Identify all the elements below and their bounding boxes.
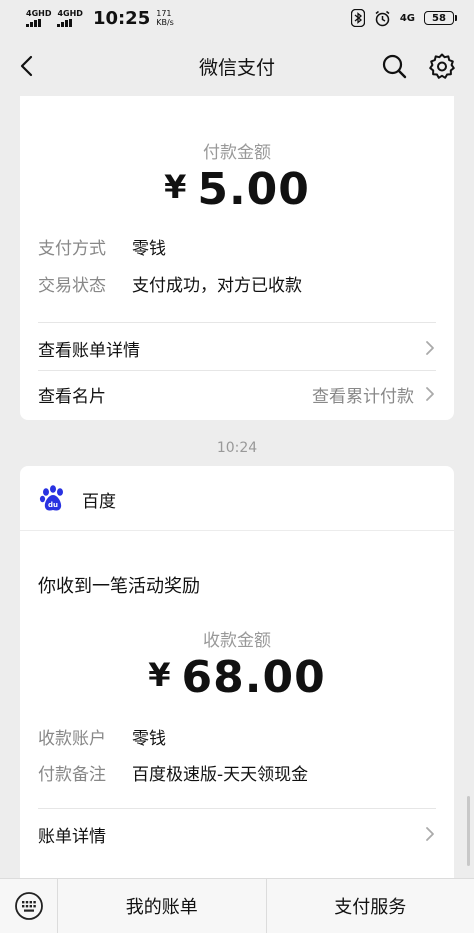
wechat-pay-screen: 4GHD 4GHD 10:25 171 KB/s 4G 58 微信支付 付款金额… <box>0 0 474 933</box>
scrollbar[interactable] <box>467 796 470 866</box>
currency-symbol: ¥ <box>148 656 172 694</box>
receipt-amount: ¥68.00 <box>20 652 454 703</box>
transaction-status-row: 交易状态 支付成功，对方已收款 <box>38 271 302 296</box>
gear-icon[interactable] <box>428 52 456 80</box>
search-icon[interactable] <box>380 52 408 80</box>
app-header[interactable]: du 百度 <box>38 484 116 514</box>
view-bill-detail-label: 查看账单详情 <box>38 340 140 361</box>
receipt-amount-value: 68.00 <box>181 652 326 703</box>
payment-remark-label: 付款备注 <box>38 765 106 785</box>
alarm-icon <box>375 10 390 26</box>
network-4g-icon: 4G <box>399 12 415 24</box>
payment-card: 付款金额 ¥5.00 支付方式 零钱 交易状态 支付成功，对方已收款 查看账单详… <box>20 96 454 420</box>
chevron-right-icon <box>426 341 434 355</box>
sim1-label: 4GHD <box>26 8 52 18</box>
view-cumulative-link[interactable]: 查看累计付款 <box>312 382 436 407</box>
divider <box>20 530 454 531</box>
payment-method-row: 支付方式 零钱 <box>38 234 166 259</box>
signal-sim2-icon: 4GHD <box>57 8 83 27</box>
reward-notice: 你收到一笔活动奖励 <box>38 576 200 597</box>
bill-detail-link[interactable]: 账单详情 <box>38 822 436 847</box>
chevron-right-icon <box>426 387 434 401</box>
view-cumulative-label: 查看累计付款 <box>312 386 414 407</box>
payment-method-value: 零钱 <box>132 239 166 259</box>
chevron-right-icon <box>426 827 434 841</box>
app-name: 百度 <box>82 491 116 512</box>
keyboard-icon <box>14 892 43 920</box>
pay-service-button[interactable]: 支付服务 <box>267 879 474 933</box>
status-time: 10:25 <box>92 7 151 29</box>
logo-text: du <box>48 501 58 509</box>
nav-bar: 微信支付 <box>0 36 474 96</box>
chevron-left-icon[interactable] <box>14 52 42 80</box>
payment-remark-value: 百度极速版-天天领现金 <box>132 765 309 785</box>
currency-symbol: ¥ <box>164 168 188 206</box>
receipt-card: du 百度 你收到一笔活动奖励 收款金额 ¥68.00 收款账户 零钱 付款备注… <box>20 466 454 878</box>
transaction-status-value: 支付成功，对方已收款 <box>132 276 302 296</box>
baidu-logo-icon: du <box>39 485 63 511</box>
receiving-account-value: 零钱 <box>132 729 166 749</box>
keyboard-toggle-button[interactable] <box>0 879 58 933</box>
bluetooth-icon <box>350 9 365 27</box>
my-bill-button[interactable]: 我的账单 <box>58 879 266 933</box>
receiving-account-row: 收款账户 零钱 <box>38 724 166 749</box>
view-card-link[interactable]: 查看名片 查看累计付款 <box>38 382 436 407</box>
view-card-label: 查看名片 <box>38 386 106 407</box>
message-timestamp: 10:24 <box>216 440 258 456</box>
signal-sim1-icon: 4GHD <box>26 8 52 27</box>
view-bill-detail-link[interactable]: 查看账单详情 <box>38 336 436 361</box>
battery-icon: 58 <box>424 11 457 25</box>
sim2-label: 4GHD <box>57 8 83 18</box>
divider <box>38 370 436 371</box>
bottom-menu-bar: 我的账单 支付服务 <box>0 878 474 933</box>
receipt-amount-label: 收款金额 <box>203 631 271 651</box>
transaction-status-label: 交易状态 <box>38 276 106 296</box>
payment-remark-row: 付款备注 百度极速版-天天领现金 <box>38 760 308 785</box>
battery-level: 58 <box>432 12 446 24</box>
payment-amount: ¥5.00 <box>20 164 454 215</box>
payment-amount-label: 付款金额 <box>203 143 271 163</box>
bill-detail-label: 账单详情 <box>38 826 106 847</box>
payment-amount-value: 5.00 <box>197 164 310 215</box>
divider <box>38 808 436 809</box>
message-list[interactable]: 付款金额 ¥5.00 支付方式 零钱 交易状态 支付成功，对方已收款 查看账单详… <box>0 96 474 878</box>
speed-value: 171 <box>156 9 172 18</box>
payment-method-label: 支付方式 <box>38 239 106 259</box>
receiving-account-label: 收款账户 <box>38 729 106 749</box>
speed-unit: KB/s <box>156 18 174 27</box>
status-bar: 4GHD 4GHD 10:25 171 KB/s 4G 58 <box>0 0 474 36</box>
divider <box>38 322 436 323</box>
page-title: 微信支付 <box>198 56 275 79</box>
network-speed: 171 KB/s <box>156 9 174 27</box>
